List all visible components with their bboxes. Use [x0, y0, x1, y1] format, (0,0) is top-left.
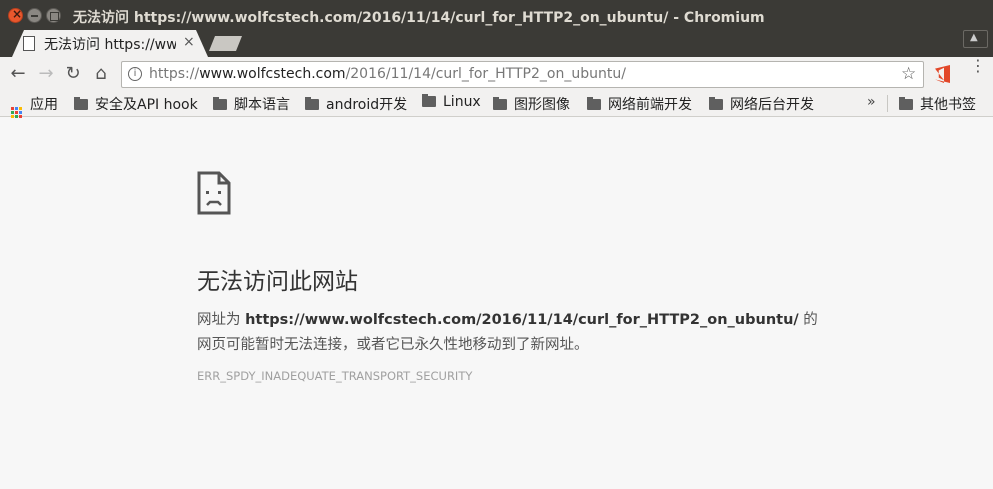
error-url: https://www.wolfcstech.com/2016/11/14/cu…: [245, 312, 799, 328]
apps-icon-dot: [19, 111, 22, 114]
bookmark-folder-label: 脚本语言: [234, 97, 290, 113]
folder-icon: [709, 97, 723, 110]
tab-title: 无法访问 https://ww: [44, 37, 176, 53]
bookmarks-overflow-icon[interactable]: »: [867, 94, 876, 110]
apps-icon-dot: [11, 107, 14, 110]
bookmark-folder-label: 图形图像: [514, 97, 570, 113]
forward-button[interactable]: →: [36, 64, 56, 84]
menu-icon[interactable]: ⋮: [970, 58, 986, 74]
bookmark-other[interactable]: 其他书签: [899, 94, 976, 114]
bookmark-star-icon[interactable]: ☆: [901, 64, 916, 84]
profile-icon[interactable]: [963, 30, 988, 48]
apps-icon-dot: [15, 111, 18, 114]
address-url[interactable]: https://www.wolfcstech.com/2016/11/14/cu…: [149, 66, 626, 82]
error-message-line2: 网页可能暂时无法连接，或者它已永久性地移动到了新网址。: [197, 337, 589, 353]
bookmarks-divider: [887, 95, 888, 112]
bookmark-folder[interactable]: 网络后台开发: [709, 94, 814, 114]
maximize-window-button[interactable]: [46, 8, 61, 23]
folder-icon: [74, 97, 88, 110]
error-message-line1: 网址为 https://www.wolfcstech.com/2016/11/1…: [197, 308, 818, 329]
window-title: 无法访问 https://www.wolfcstech.com/2016/11/…: [73, 10, 765, 26]
error-page: [0, 118, 993, 489]
bookmark-folder[interactable]: 安全及API hook: [74, 94, 198, 114]
home-button[interactable]: ⌂: [91, 64, 111, 84]
folder-icon: [305, 97, 319, 110]
bookmark-folder-label: 网络前端开发: [608, 97, 692, 113]
bookmark-apps-label: 应用: [30, 97, 58, 113]
error-prefix: 网址为: [197, 312, 246, 328]
page-icon: [23, 36, 35, 51]
reload-button[interactable]: ↻: [63, 64, 83, 84]
bookmark-folder-label: 安全及API hook: [95, 97, 198, 113]
info-icon[interactable]: i: [128, 67, 142, 81]
apps-icon: [11, 107, 22, 118]
error-suffix: 的: [798, 312, 818, 328]
error-heading: 无法访问此网站: [197, 269, 358, 295]
bookmark-other-label: 其他书签: [920, 97, 976, 113]
apps-icon-dot: [15, 107, 18, 110]
url-scheme: https://: [149, 66, 200, 82]
bookmark-folder[interactable]: Linux: [422, 94, 481, 114]
bookmark-folder[interactable]: 脚本语言: [213, 94, 290, 114]
back-button[interactable]: ←: [8, 64, 28, 84]
bookmark-folder-label: android开发: [326, 97, 408, 113]
folder-icon: [422, 94, 436, 107]
folder-icon: [493, 97, 507, 110]
bookmark-folder[interactable]: 图形图像: [493, 94, 570, 114]
sad-page-icon: [197, 171, 231, 215]
bookmark-apps[interactable]: 应用: [11, 94, 58, 118]
url-path: /2016/11/14/curl_for_HTTP2_on_ubuntu/: [345, 66, 626, 82]
folder-icon: [587, 97, 601, 110]
bookmark-folder-label: Linux: [443, 94, 481, 110]
apps-icon-dot: [11, 111, 14, 114]
close-window-button[interactable]: [8, 7, 23, 23]
url-host: www.wolfcstech.com: [199, 66, 346, 82]
bookmark-folder-label: 网络后台开发: [730, 97, 814, 113]
minimize-window-button[interactable]: [27, 8, 42, 23]
folder-icon: [213, 97, 227, 110]
bookmark-folder[interactable]: android开发: [305, 94, 407, 114]
folder-icon: [899, 97, 913, 110]
tab-close-icon[interactable]: ×: [183, 34, 195, 50]
error-code: ERR_SPDY_INADEQUATE_TRANSPORT_SECURITY: [197, 369, 473, 383]
bookmark-folder[interactable]: 网络前端开发: [587, 94, 692, 114]
apps-icon-dot: [19, 107, 22, 110]
